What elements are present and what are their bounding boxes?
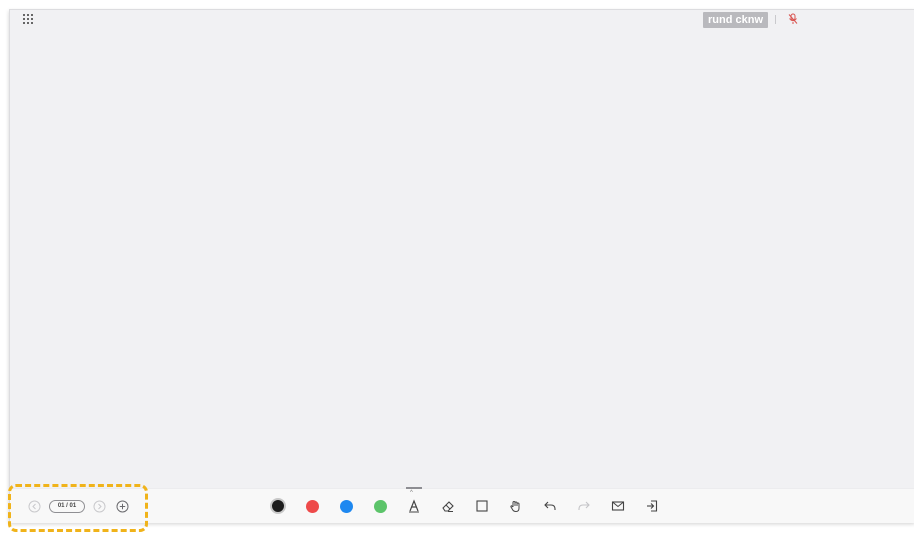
tool-indicator-bar xyxy=(406,487,422,489)
mail-icon xyxy=(611,501,625,511)
color-swatch-blue xyxy=(339,499,353,513)
color-black-button[interactable] xyxy=(268,496,288,516)
redo-button[interactable] xyxy=(574,496,594,516)
exit-icon xyxy=(647,500,658,512)
exit-button[interactable] xyxy=(642,496,662,516)
rectangle-icon xyxy=(476,500,488,512)
color-blue-button[interactable] xyxy=(336,496,356,516)
microphone-muted-icon[interactable] xyxy=(787,13,799,25)
undo-button[interactable] xyxy=(540,496,560,516)
apps-grid-icon[interactable] xyxy=(23,14,33,24)
marker-tool-button[interactable] xyxy=(404,496,424,516)
color-swatch-black xyxy=(270,498,286,514)
color-swatch-green xyxy=(373,499,387,513)
rectangle-tool-button[interactable] xyxy=(472,496,492,516)
hand-pan-icon xyxy=(510,500,520,513)
mail-button[interactable] xyxy=(608,496,628,516)
marker-icon xyxy=(409,499,419,513)
color-red-button[interactable] xyxy=(302,496,322,516)
color-green-button[interactable] xyxy=(370,496,390,516)
user-name-badge: rund cknw xyxy=(703,12,769,28)
undo-icon xyxy=(544,501,556,510)
eraser-tool-button[interactable] xyxy=(438,496,458,516)
pager-highlight-outline xyxy=(8,484,148,532)
header-divider xyxy=(775,15,776,24)
color-swatch-red xyxy=(305,499,319,513)
eraser-icon xyxy=(442,501,454,512)
redo-icon xyxy=(578,501,590,510)
whiteboard-canvas[interactable]: rund cknw ^ 01 / 01 xyxy=(9,9,914,523)
pan-tool-button[interactable] xyxy=(506,496,526,516)
